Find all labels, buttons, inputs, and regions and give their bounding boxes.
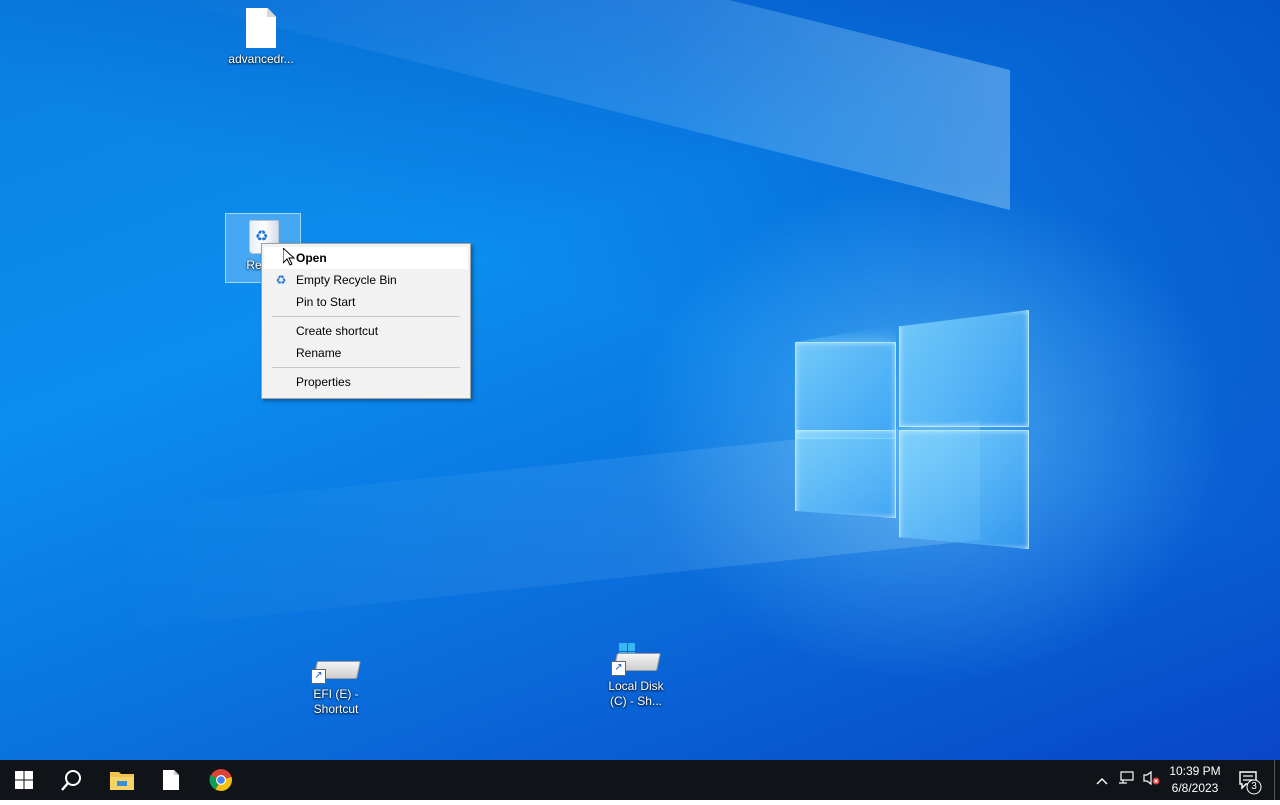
file-icon (163, 770, 179, 790)
volume-muted-icon[interactable] (1141, 770, 1161, 790)
start-button[interactable] (0, 760, 48, 800)
desktop[interactable]: advancedr... ♻ Recyc ↗ EFI (E) - Shortcu… (0, 0, 1280, 760)
recycle-bin-icon: ♻ (275, 273, 287, 287)
desktop-icon-label: Local Disk (C) - Sh... (608, 679, 664, 708)
menu-item-properties[interactable]: Properties (264, 371, 468, 393)
search-button[interactable] (48, 760, 96, 800)
menu-item-label: Rename (296, 346, 342, 360)
drive-shortcut-icon: ↗ (311, 651, 361, 684)
desktop-icon-local-disk-shortcut[interactable]: ↗ Local Disk (C) - Sh... (599, 643, 673, 709)
menu-item-rename[interactable]: Rename (264, 342, 468, 364)
file-icon (246, 8, 276, 48)
taskbar: 10:39 PM 6/8/2023 3 (0, 760, 1280, 800)
windows-logo-wallpaper (795, 310, 1029, 549)
logo-pane (795, 342, 896, 439)
menu-item-pin-to-start[interactable]: Pin to Start (264, 291, 468, 313)
taskbar-chrome[interactable] (197, 760, 245, 800)
taskbar-file[interactable] (147, 760, 195, 800)
notification-center-button[interactable]: 3 (1232, 760, 1272, 800)
menu-item-label: Create shortcut (296, 324, 379, 338)
desktop-icon-label: advancedr... (228, 52, 294, 66)
context-menu[interactable]: Open ♻ Empty Recycle Bin Pin to Start Cr… (261, 243, 471, 399)
menu-item-label: Empty Recycle Bin (296, 273, 397, 287)
desktop-icon-label: EFI (E) - Shortcut (313, 687, 359, 716)
desktop-icon-efi-shortcut[interactable]: ↗ EFI (E) - Shortcut (299, 651, 373, 717)
menu-separator (272, 316, 460, 317)
desktop-icon-file[interactable]: advancedr... (224, 8, 298, 67)
search-icon (61, 770, 81, 791)
taskbar-file-explorer[interactable] (98, 760, 146, 800)
folder-icon (110, 772, 134, 790)
mouse-cursor-icon (283, 248, 295, 266)
drive-shortcut-icon: ↗ (611, 643, 661, 676)
show-desktop-button[interactable] (1274, 760, 1280, 800)
clock-time: 10:39 PM (1169, 764, 1221, 778)
logo-pane (795, 430, 896, 518)
menu-separator (272, 367, 460, 368)
clock-date: 6/8/2023 (1171, 781, 1219, 795)
menu-item-label: Properties (296, 375, 351, 389)
chevron-up-icon[interactable] (1092, 770, 1112, 790)
network-icon[interactable] (1116, 770, 1136, 790)
clock[interactable]: 10:39 PM 6/8/2023 (1163, 763, 1227, 797)
notification-count-badge: 3 (1251, 781, 1257, 792)
logo-pane (899, 310, 1029, 427)
menu-item-empty-recycle-bin[interactable]: ♻ Empty Recycle Bin (264, 269, 468, 291)
chrome-icon (209, 769, 232, 791)
menu-item-create-shortcut[interactable]: Create shortcut (264, 320, 468, 342)
windows-start-icon (15, 771, 33, 789)
logo-pane (899, 430, 1029, 549)
menu-item-label: Pin to Start (296, 295, 356, 309)
menu-item-label: Open (296, 251, 327, 265)
